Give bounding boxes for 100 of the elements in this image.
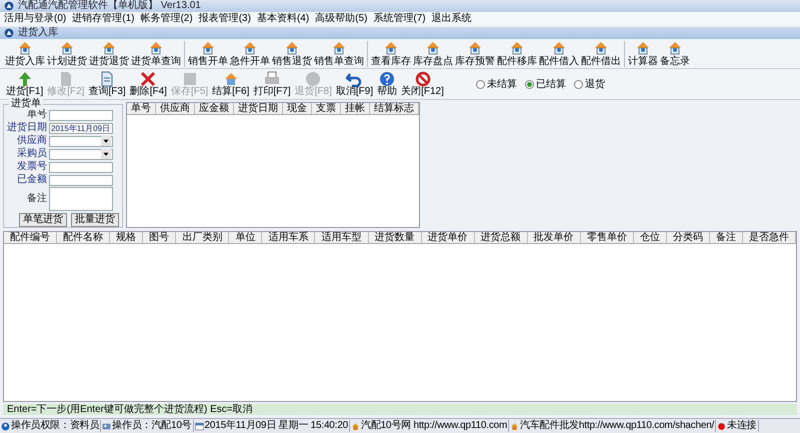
hint-text: Enter=下一步(用Enter键可做完整个进货流程) Esc=取消 (3, 404, 797, 415)
menu-item[interactable]: 退出系统 (432, 12, 472, 24)
prohibited-icon (414, 71, 430, 87)
module-button[interactable]: 库存预警 (454, 40, 496, 67)
house-icon (510, 422, 520, 430)
status-text: 操作员：汽配10号 (112, 420, 192, 432)
module-button[interactable]: 配件借出 (580, 40, 622, 67)
column-header[interactable]: 供应商 (156, 103, 195, 114)
toolbar-button[interactable]: 打印[F7] (251, 71, 293, 97)
module-button[interactable]: 库存盘点 (412, 40, 454, 67)
status-text: 操作员权限：资料员 (11, 420, 100, 432)
column-header[interactable]: 现金 (283, 103, 312, 114)
menu-item[interactable]: 进销存管理(1) (72, 12, 134, 24)
toolbar-button[interactable]: 查询[F3] (86, 71, 128, 97)
module-button[interactable]: 配件借入 (538, 40, 580, 67)
column-header[interactable]: 应金额 (195, 103, 234, 114)
text-area[interactable] (49, 187, 113, 211)
calendar-icon (194, 422, 204, 430)
column-header[interactable]: 配件名称 (57, 232, 110, 243)
status-text: 2015年11月09日 星期一 15:40:20 (204, 420, 348, 432)
radio-button[interactable]: 已结算 (524, 77, 566, 91)
column-header[interactable]: 进货日期 (234, 103, 283, 114)
window-title: 汽配通汽配管理软件【单机版】 Ver13.01 (18, 0, 201, 12)
delete-icon (140, 71, 156, 87)
column-header[interactable]: 出厂类别 (176, 232, 230, 243)
radio-button[interactable]: 退货 (574, 77, 605, 91)
column-header[interactable]: 进货数量 (368, 232, 422, 243)
menu-item[interactable]: 基本资料(4) (256, 12, 310, 24)
toolbar-button[interactable]: 删除[F4] (128, 71, 169, 97)
column-header[interactable]: 单号 (127, 103, 156, 114)
column-header[interactable]: 进货总额 (474, 232, 528, 243)
column-header[interactable]: 图号 (143, 232, 176, 243)
app-logo-icon (4, 28, 14, 38)
status-text: 汽配10号网 http://www.qp110.com (360, 420, 508, 432)
column-header[interactable]: 配件编号 (4, 232, 58, 243)
child-window-title: 进货入库 (18, 27, 58, 39)
module-button[interactable]: 查看库存 (370, 40, 412, 67)
circle-icon (305, 71, 322, 87)
dropdown[interactable] (49, 148, 113, 160)
toolbar-button[interactable]: 取消[F9] (334, 71, 376, 97)
document-icon (99, 71, 116, 87)
module-button[interactable]: 销售开单 (187, 40, 229, 67)
menu-item[interactable]: 高级帮助(5) (315, 12, 368, 24)
group-title: 进货单 (9, 98, 43, 110)
column-header[interactable]: 仓位 (634, 232, 667, 243)
field-label: 发票号 (16, 161, 47, 173)
status-text: 汽车配件批发http://www.qp110.com/shachen/ (520, 420, 714, 432)
up-arrow-icon (16, 71, 33, 87)
module-button[interactable]: 计算器 (627, 40, 659, 67)
column-header[interactable]: 分类码 (666, 232, 710, 243)
menu-item[interactable]: 系统管理(7) (373, 12, 426, 24)
form-button[interactable]: 单笔进货 (19, 213, 67, 227)
column-header[interactable]: 零售单价 (580, 232, 634, 243)
field-label: 备注 (26, 193, 47, 205)
house-icon (222, 71, 239, 87)
column-header[interactable]: 规格 (110, 232, 144, 243)
status-dot-icon (717, 422, 726, 430)
toolbar-button[interactable]: 关闭[F12] (399, 71, 446, 97)
menu-item[interactable]: 帐务管理(2) (140, 12, 193, 24)
column-header[interactable]: 是否急件 (743, 232, 796, 243)
toolbar-button[interactable]: 进货[F1] (4, 71, 46, 97)
menu-item[interactable]: 活用与登录(0) (4, 12, 66, 24)
dropdown[interactable] (49, 136, 113, 146)
square-icon (182, 71, 198, 87)
module-button[interactable]: 销售单查询 (313, 40, 365, 67)
module-button[interactable]: 配件移库 (496, 40, 538, 67)
user-icon (1, 422, 10, 430)
column-header[interactable]: 挂帐 (341, 103, 370, 114)
module-button[interactable]: 进货退货 (88, 40, 130, 67)
module-button[interactable]: 进货入库 (4, 40, 46, 67)
text-field[interactable] (49, 174, 113, 186)
form-button[interactable]: 批量进货 (71, 213, 119, 227)
column-header[interactable]: 批发单价 (528, 232, 581, 243)
field-label: 采购员 (16, 148, 47, 160)
module-button[interactable]: 计划进货 (46, 40, 88, 67)
module-button[interactable]: 销售退货 (271, 40, 313, 67)
module-button[interactable]: 备忘录 (659, 40, 691, 67)
column-header[interactable]: 单位 (229, 232, 262, 243)
help-icon (379, 71, 396, 87)
field-label: 供应商 (16, 135, 47, 147)
radio-button[interactable]: 未结算 (476, 77, 517, 91)
field-label: 已金额 (16, 174, 47, 186)
module-button[interactable]: 急件开单 (229, 40, 271, 67)
house-icon (350, 422, 360, 430)
text-field[interactable] (49, 110, 113, 120)
module-button[interactable]: 进货单查询 (130, 40, 182, 67)
column-header[interactable]: 支票 (312, 103, 341, 114)
text-field[interactable] (49, 162, 113, 172)
column-header[interactable]: 结算标志 (370, 103, 419, 114)
column-header[interactable]: 适用车系 (262, 232, 316, 243)
column-header[interactable]: 适用车型 (315, 232, 368, 243)
toolbar-button[interactable]: 帮助 (375, 71, 400, 97)
person-card-icon (102, 422, 112, 430)
status-text: 未连接 (727, 420, 757, 432)
column-header[interactable]: 备注 (710, 232, 743, 243)
menu-item[interactable]: 报表管理(3) (198, 12, 251, 24)
column-header[interactable]: 进货单价 (422, 232, 475, 243)
date-picker[interactable]: 2015年11月09日 (49, 122, 113, 134)
field-label: 进货日期 (7, 122, 47, 134)
toolbar-button[interactable]: 结算[F6] (210, 71, 252, 97)
